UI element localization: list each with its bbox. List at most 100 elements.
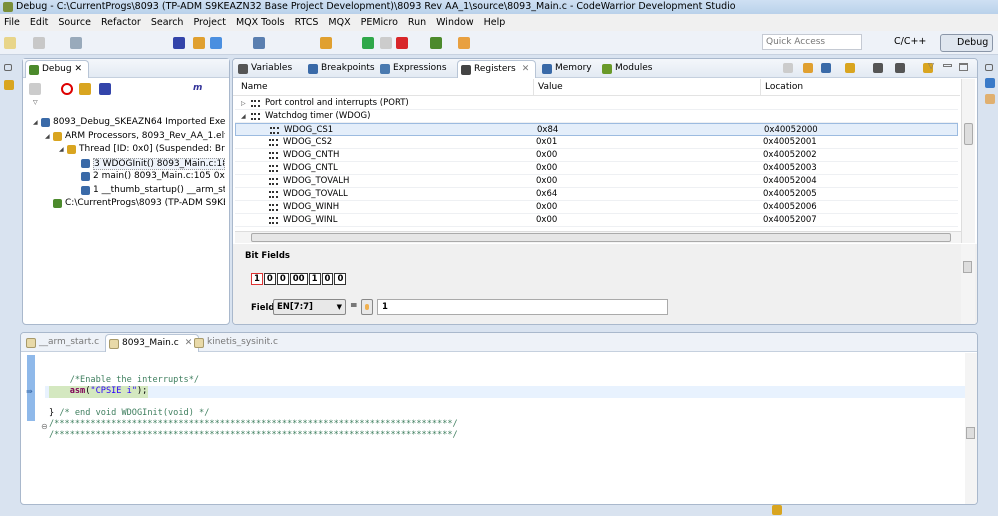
register-value[interactable]: 0x00 [536, 162, 557, 175]
collapse-icon[interactable]: ◢ [45, 133, 50, 140]
register-row[interactable]: WDOG_TOVALH 0x00 0x40052004 [235, 175, 958, 188]
bit-field-cell[interactable]: 0 [321, 273, 334, 285]
debug-tree-item[interactable]: 1 __thumb_startup() __arm_star [93, 185, 225, 195]
step-info-icon[interactable] [173, 37, 185, 49]
view-menu-icon[interactable]: ▽ [33, 99, 38, 106]
close-icon[interactable]: ✕ [522, 64, 530, 74]
code-line[interactable]: /*Enable the interrupts*/ [49, 375, 199, 386]
fold-icon[interactable]: ⊖ [41, 422, 48, 431]
terminate-icon[interactable] [396, 37, 408, 49]
column-header-name[interactable]: Name [233, 79, 533, 96]
tab-memory[interactable]: Memory [539, 60, 592, 78]
minimize-icon[interactable] [943, 64, 952, 67]
register-value[interactable]: 0x00 [536, 149, 557, 162]
menu-run[interactable]: Run [408, 17, 426, 28]
bit-field-cell[interactable]: 0 [334, 273, 347, 285]
skip-breakpoints-icon[interactable] [253, 37, 265, 49]
vertical-scrollbar[interactable] [961, 244, 975, 324]
step-over-icon[interactable] [320, 37, 332, 49]
register-value[interactable]: 0x00 [536, 214, 557, 227]
menu-mqx[interactable]: MQX [328, 17, 350, 28]
editor-tab[interactable]: 8093_Main.c ✕ [105, 334, 200, 352]
register-value[interactable]: 0x01 [536, 136, 557, 149]
copy-icon[interactable] [783, 63, 793, 73]
menu-refactor[interactable]: Refactor [101, 17, 141, 28]
tab-registers[interactable]: Registers ✕ [457, 60, 537, 78]
register-row[interactable]: WDOG_CS2 0x01 0x40052001 [235, 136, 958, 149]
code-line[interactable]: } /* end void WDOGInit(void) */ [49, 408, 209, 419]
binary-icon[interactable] [70, 37, 82, 49]
view-menu-icon[interactable]: ▽ [928, 61, 934, 70]
maximize-icon[interactable] [959, 63, 968, 71]
register-row[interactable]: WDOG_WINH 0x00 0x40052006 [235, 201, 958, 214]
debug-tree-item[interactable]: 2 main() 8093_Main.c:105 0x000 [93, 171, 225, 181]
collapse-icon[interactable]: ◢ [59, 146, 64, 153]
field-select[interactable]: EN[7:7] ▼ [273, 299, 346, 315]
bit-field-cell[interactable]: 1 [251, 273, 263, 285]
debug-tree-item[interactable]: 3 WDOGInit() 8093_Main.c:187 ( [93, 157, 225, 170]
bit-field-cell[interactable]: 00 [289, 273, 308, 285]
refresh-icon[interactable] [193, 37, 205, 49]
resume-icon[interactable] [362, 37, 374, 49]
new-icon[interactable] [4, 37, 16, 49]
binary-icon[interactable] [895, 63, 905, 73]
code-line[interactable]: /***************************************… [49, 430, 458, 441]
add-icon[interactable] [803, 63, 813, 73]
problems-icon[interactable] [985, 94, 995, 104]
code-line[interactable]: asm("CPSIE i"); [49, 386, 148, 397]
collapse-icon[interactable]: ◢ [33, 119, 38, 126]
menu-file[interactable]: File [4, 17, 20, 28]
tab-modules[interactable]: Modules [599, 60, 652, 78]
menu-project[interactable]: Project [193, 17, 226, 28]
bit-field-cell[interactable]: 1 [308, 273, 321, 285]
menu-mqx-tools[interactable]: MQX Tools [236, 17, 285, 28]
menu-search[interactable]: Search [151, 17, 184, 28]
menu-window[interactable]: Window [436, 17, 473, 28]
tab-variables[interactable]: Variables [235, 60, 292, 78]
external-tools-icon[interactable] [458, 37, 470, 49]
menu-edit[interactable]: Edit [30, 17, 48, 28]
bulb-button[interactable] [361, 299, 373, 315]
suspend-icon[interactable] [380, 37, 392, 49]
vertical-scrollbar[interactable] [961, 79, 975, 243]
tab-breakpoints[interactable]: Breakpoints [305, 60, 375, 78]
debug-tree-item[interactable]: ARM Processors, 8093_Rev_AA_1.elf (Su [65, 131, 225, 141]
column-header-location[interactable]: Location [760, 79, 960, 96]
debug-tree-item[interactable]: C:\CurrentProgs\8093 (TP-ADM S9KEA [65, 198, 225, 208]
restore-icon[interactable] [4, 64, 12, 71]
save-icon[interactable] [33, 37, 45, 49]
bit-field-cell[interactable]: 0 [276, 273, 289, 285]
layout-icon[interactable] [845, 63, 855, 73]
console-icon[interactable] [985, 78, 995, 88]
remove-icon[interactable] [29, 83, 41, 95]
disconnect-icon[interactable] [61, 83, 73, 95]
hex-icon[interactable] [873, 63, 883, 73]
debug-tree-item[interactable]: 8093_Debug_SKEAZN64 Imported Executal [53, 117, 225, 127]
menu-help[interactable]: Help [484, 17, 506, 28]
debug-icon[interactable] [430, 37, 442, 49]
menu-rtcs[interactable]: RTCS [295, 17, 319, 28]
field-value-input[interactable]: 1 [377, 299, 668, 315]
debug-tree-item[interactable]: Thread [ID: 0x0] (Suspended: Break [79, 144, 225, 154]
register-group[interactable]: Watchdog timer (WDOG) [265, 110, 370, 123]
tab-debug[interactable]: Debug ✕ [25, 60, 90, 78]
register-row[interactable]: WDOG_CNTL 0x00 0x40052003 [235, 162, 958, 175]
register-row[interactable]: WDOG_CNTH 0x00 0x40052002 [235, 149, 958, 162]
flash-icon[interactable] [210, 37, 222, 49]
editor-tab[interactable]: kinetis_sysinit.c [191, 334, 278, 352]
collapse-all-icon[interactable] [821, 63, 831, 73]
quick-access-input[interactable]: Quick Access [762, 34, 862, 50]
code-line[interactable]: /***************************************… [49, 419, 458, 430]
register-row[interactable]: WDOG_WINL 0x00 0x40052007 [235, 214, 958, 227]
register-row[interactable]: WDOG_TOVALL 0x64 0x40052005 [235, 188, 958, 201]
register-value[interactable]: 0x00 [536, 175, 557, 188]
bit-field-cell[interactable]: 0 [263, 273, 276, 285]
restore-icon[interactable] [985, 64, 993, 71]
menu-pemicro[interactable]: PEMicro [361, 17, 398, 28]
register-row[interactable]: WDOG_CS1 0x84 0x40052000 [235, 123, 958, 136]
tab-expressions[interactable]: Expressions [377, 60, 447, 78]
perspective-icon[interactable] [4, 80, 14, 90]
menu-source[interactable]: Source [58, 17, 91, 28]
horizontal-scrollbar[interactable] [235, 231, 961, 243]
perspective-debug-button[interactable]: Debug [940, 34, 994, 52]
